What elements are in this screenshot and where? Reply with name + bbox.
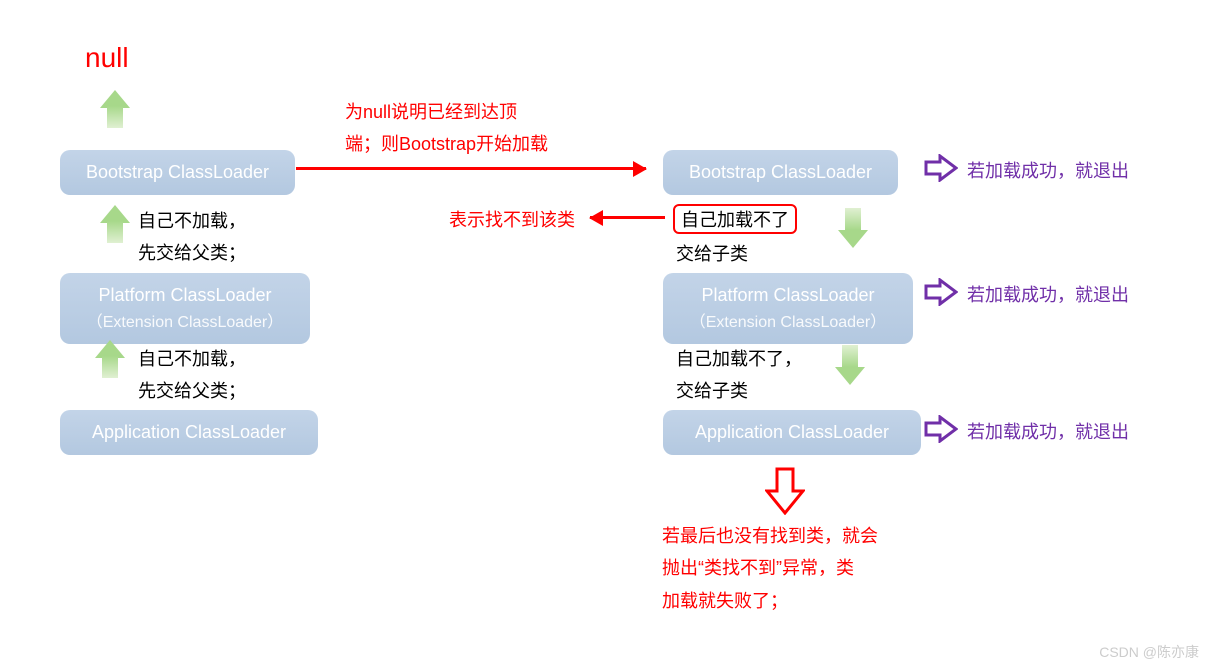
text-line: 交给子类 <box>676 381 748 401</box>
text-line: 端；则Bootstrap开始加载 <box>345 134 548 154</box>
text-line: 加载就失败了； <box>662 591 788 611</box>
arrow-down-icon <box>838 208 868 248</box>
purple-success-3: 若加载成功，就退出 <box>967 418 1129 444</box>
text-line: 先交给父类； <box>138 381 246 401</box>
text-line: 自己不加载， <box>138 211 246 231</box>
right-platform-label: Platform ClassLoader <box>701 285 874 306</box>
right-platform-sub: （Extension ClassLoader） <box>690 308 887 332</box>
text-line: 若最后也没有找到类，就会 <box>662 526 878 546</box>
left-application-box: Application ClassLoader <box>60 410 318 455</box>
right-fail-2: 自己加载不了， 交给子类 <box>676 343 802 408</box>
text-line: 自己不加载， <box>138 349 246 369</box>
text-line: 先交给父类； <box>138 243 246 263</box>
arrow-right-hollow-icon <box>924 415 958 443</box>
text-line: 自己加载不了， <box>676 349 802 369</box>
left-application-label: Application ClassLoader <box>92 422 286 443</box>
purple-success-1: 若加载成功，就退出 <box>967 157 1129 183</box>
arrow-left-icon <box>590 216 665 219</box>
purple-success-2: 若加载成功，就退出 <box>967 281 1129 307</box>
left-platform-label: Platform ClassLoader <box>98 285 271 306</box>
arrow-right-icon <box>296 167 646 170</box>
arrow-right-hollow-icon <box>924 278 958 306</box>
left-note-1: 自己不加载， 先交给父类； <box>138 205 246 270</box>
center-note-left: 表示找不到该类 <box>449 204 575 236</box>
text-line: 为null说明已经到达顶 <box>345 102 517 122</box>
arrow-down-hollow-icon <box>765 467 805 515</box>
arrow-up-icon <box>95 340 125 380</box>
arrow-up-icon <box>100 90 130 130</box>
right-fail-1-sub: 交给子类 <box>676 238 748 270</box>
text-line: 抛出“类找不到”异常，类 <box>662 558 854 578</box>
arrow-right-hollow-icon <box>924 154 958 182</box>
right-platform-box: Platform ClassLoader （Extension ClassLoa… <box>663 273 913 344</box>
watermark: CSDN @陈亦康 <box>1099 642 1199 662</box>
center-note-top: 为null说明已经到达顶 端；则Bootstrap开始加载 <box>345 96 548 161</box>
left-bootstrap-label: Bootstrap ClassLoader <box>86 162 269 183</box>
left-platform-sub: （Extension ClassLoader） <box>87 308 284 332</box>
right-application-label: Application ClassLoader <box>695 422 889 443</box>
right-application-box: Application ClassLoader <box>663 410 921 455</box>
arrow-up-icon <box>100 205 130 245</box>
null-label: null <box>85 42 129 74</box>
right-bootstrap-label: Bootstrap ClassLoader <box>689 162 872 183</box>
right-fail-1: 自己加载不了 <box>673 204 797 234</box>
arrow-down-icon <box>835 345 865 385</box>
bottom-note: 若最后也没有找到类，就会 抛出“类找不到”异常，类 加载就失败了； <box>662 520 878 617</box>
right-bootstrap-box: Bootstrap ClassLoader <box>663 150 898 195</box>
left-note-2: 自己不加载， 先交给父类； <box>138 343 246 408</box>
left-platform-box: Platform ClassLoader （Extension ClassLoa… <box>60 273 310 344</box>
left-bootstrap-box: Bootstrap ClassLoader <box>60 150 295 195</box>
